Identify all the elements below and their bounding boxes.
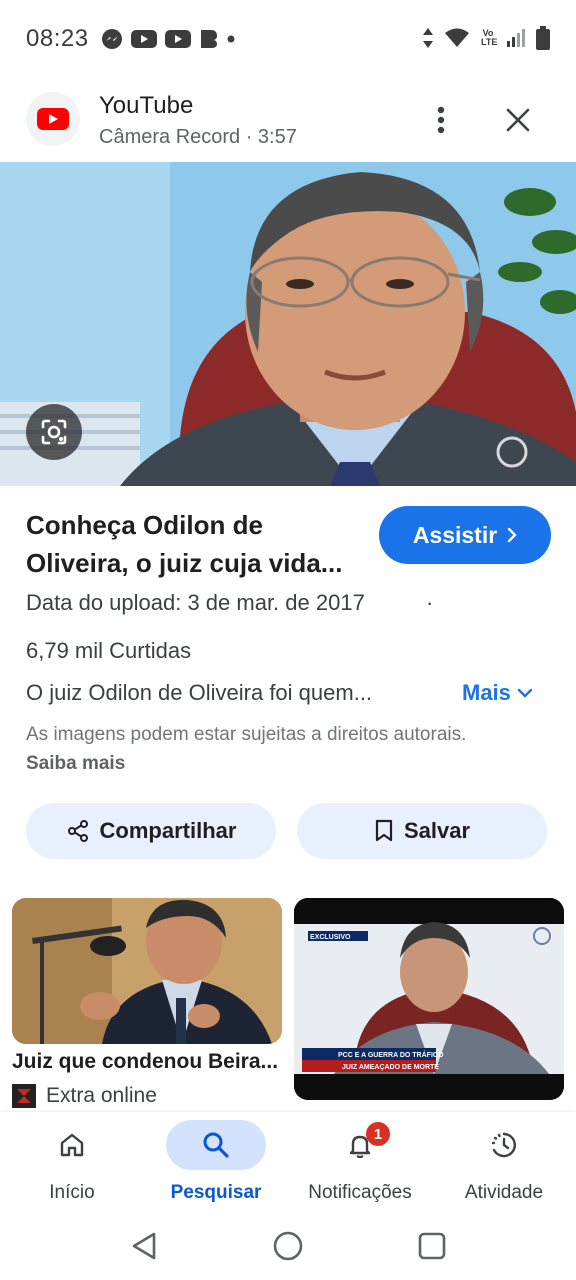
share-label: Compartilhar xyxy=(99,818,237,843)
volte-icon: Vo LTE xyxy=(480,28,498,47)
activity-icon xyxy=(491,1132,516,1158)
bottom-navigation: Início Pesquisar 1 Notificações Atividad… xyxy=(0,1112,576,1212)
close-icon xyxy=(506,108,530,132)
home-circle-icon xyxy=(273,1231,303,1261)
banner-line1-text: PCC E A GUERRA DO TRÁFICO xyxy=(338,1050,444,1059)
video-description: O juiz Odilon de Oliveira foi quem... xyxy=(26,680,373,705)
related-result-image[interactable]: EXCLUSIVO PCC E A GUERRA DO TRÁFICO JUIZ… xyxy=(294,898,564,1100)
nav-icon-container xyxy=(166,1120,266,1170)
related-thumbnail-1 xyxy=(12,898,282,1044)
related-result-title[interactable]: Juiz que condenou Beira... xyxy=(12,1050,282,1074)
related-result-source: Extra online xyxy=(12,1084,157,1108)
more-options-button[interactable] xyxy=(424,100,458,140)
share-button[interactable]: Compartilhar xyxy=(26,803,276,859)
banner-line2-text: JUIZ AMEAÇADO DE MORTE xyxy=(342,1064,439,1071)
search-icon xyxy=(203,1132,229,1158)
home-button[interactable] xyxy=(268,1226,308,1266)
share-icon xyxy=(67,820,88,842)
wifi-icon xyxy=(444,27,470,49)
save-label: Salvar xyxy=(403,818,471,843)
related-thumbnail-2: EXCLUSIVO PCC E A GUERRA DO TRÁFICO JUIZ… xyxy=(294,898,564,1100)
source-name: Extra online xyxy=(46,1084,157,1107)
volte-label: Vo LTE xyxy=(481,28,498,47)
source-favicon-icon xyxy=(12,1084,36,1108)
chevron-down-icon xyxy=(517,688,533,698)
related-result-image[interactable] xyxy=(12,898,282,1044)
google-lens-button[interactable] xyxy=(26,404,82,460)
recents-square-icon xyxy=(418,1232,446,1260)
home-icon xyxy=(60,1133,84,1157)
nav-item-search[interactable]: Pesquisar xyxy=(144,1112,288,1212)
nav-icon-container: 1 xyxy=(310,1120,410,1170)
system-status-icons: Vo LTE xyxy=(422,26,550,50)
nav-item-notifications[interactable]: 1 Notificações xyxy=(288,1112,432,1212)
watch-button[interactable]: Assistir xyxy=(379,506,551,564)
signal-icon xyxy=(506,27,526,49)
source-title[interactable]: YouTube xyxy=(99,92,193,120)
nav-label-notifications: Notificações xyxy=(308,1182,412,1203)
back-triangle-icon xyxy=(132,1232,156,1260)
nav-label-home: Início xyxy=(49,1182,95,1203)
learn-more-link[interactable]: Saiba mais xyxy=(26,753,125,774)
notification-icons xyxy=(101,28,235,50)
youtube-icon xyxy=(164,29,191,49)
status-bar: 08:23 Vo LTE xyxy=(0,0,576,78)
youtube-logo-badge xyxy=(26,92,80,146)
copyright-text: As imagens podem estar sujeitas a direit… xyxy=(26,724,467,745)
status-time: 08:23 xyxy=(26,25,89,52)
video-title[interactable]: Conheça Odilon de Oliveira, o juiz cuja … xyxy=(26,506,366,582)
save-button[interactable]: Salvar xyxy=(297,803,547,859)
system-navigation-bar xyxy=(0,1212,576,1280)
watch-button-label: Assistir xyxy=(412,521,498,548)
dot-icon xyxy=(227,35,235,43)
battery-icon xyxy=(536,26,550,50)
nav-icon-container xyxy=(454,1120,554,1170)
data-arrows-icon xyxy=(422,27,434,49)
nav-item-home[interactable]: Início xyxy=(0,1112,144,1212)
nav-label-activity: Atividade xyxy=(464,1182,544,1203)
nav-icon-container xyxy=(22,1120,122,1170)
lens-icon xyxy=(41,419,67,445)
upload-date: Data do upload: 3 de mar. de 2017 xyxy=(26,590,365,615)
source-header: YouTube Câmera Record · 3:57 xyxy=(0,86,576,158)
video-thumbnail[interactable] xyxy=(0,162,576,486)
nav-item-activity[interactable]: Atividade xyxy=(432,1112,576,1212)
video-thumbnail-image xyxy=(0,162,576,486)
youtube-icon xyxy=(37,108,69,130)
close-button[interactable] xyxy=(500,100,536,140)
bookmark-icon xyxy=(375,819,393,842)
notification-badge: 1 xyxy=(366,1122,390,1146)
nav-label-search: Pesquisar xyxy=(170,1182,262,1203)
back-button[interactable] xyxy=(124,1226,164,1266)
source-subtitle: Câmera Record · 3:57 xyxy=(99,126,297,148)
copyright-notice: As imagens podem estar sujeitas a direit… xyxy=(26,720,496,778)
more-button[interactable]: Mais xyxy=(462,680,533,706)
messenger-icon xyxy=(101,28,123,50)
youtube-icon xyxy=(130,29,157,49)
more-vert-icon xyxy=(437,106,445,134)
chevron-right-icon xyxy=(507,527,517,543)
b-app-icon xyxy=(199,28,219,50)
more-label: Mais xyxy=(462,680,511,705)
likes-count: 6,79 mil Curtidas xyxy=(26,638,192,663)
banner-top-text: EXCLUSIVO xyxy=(310,934,351,941)
upload-separator: · xyxy=(426,590,434,615)
recents-button[interactable] xyxy=(412,1226,452,1266)
